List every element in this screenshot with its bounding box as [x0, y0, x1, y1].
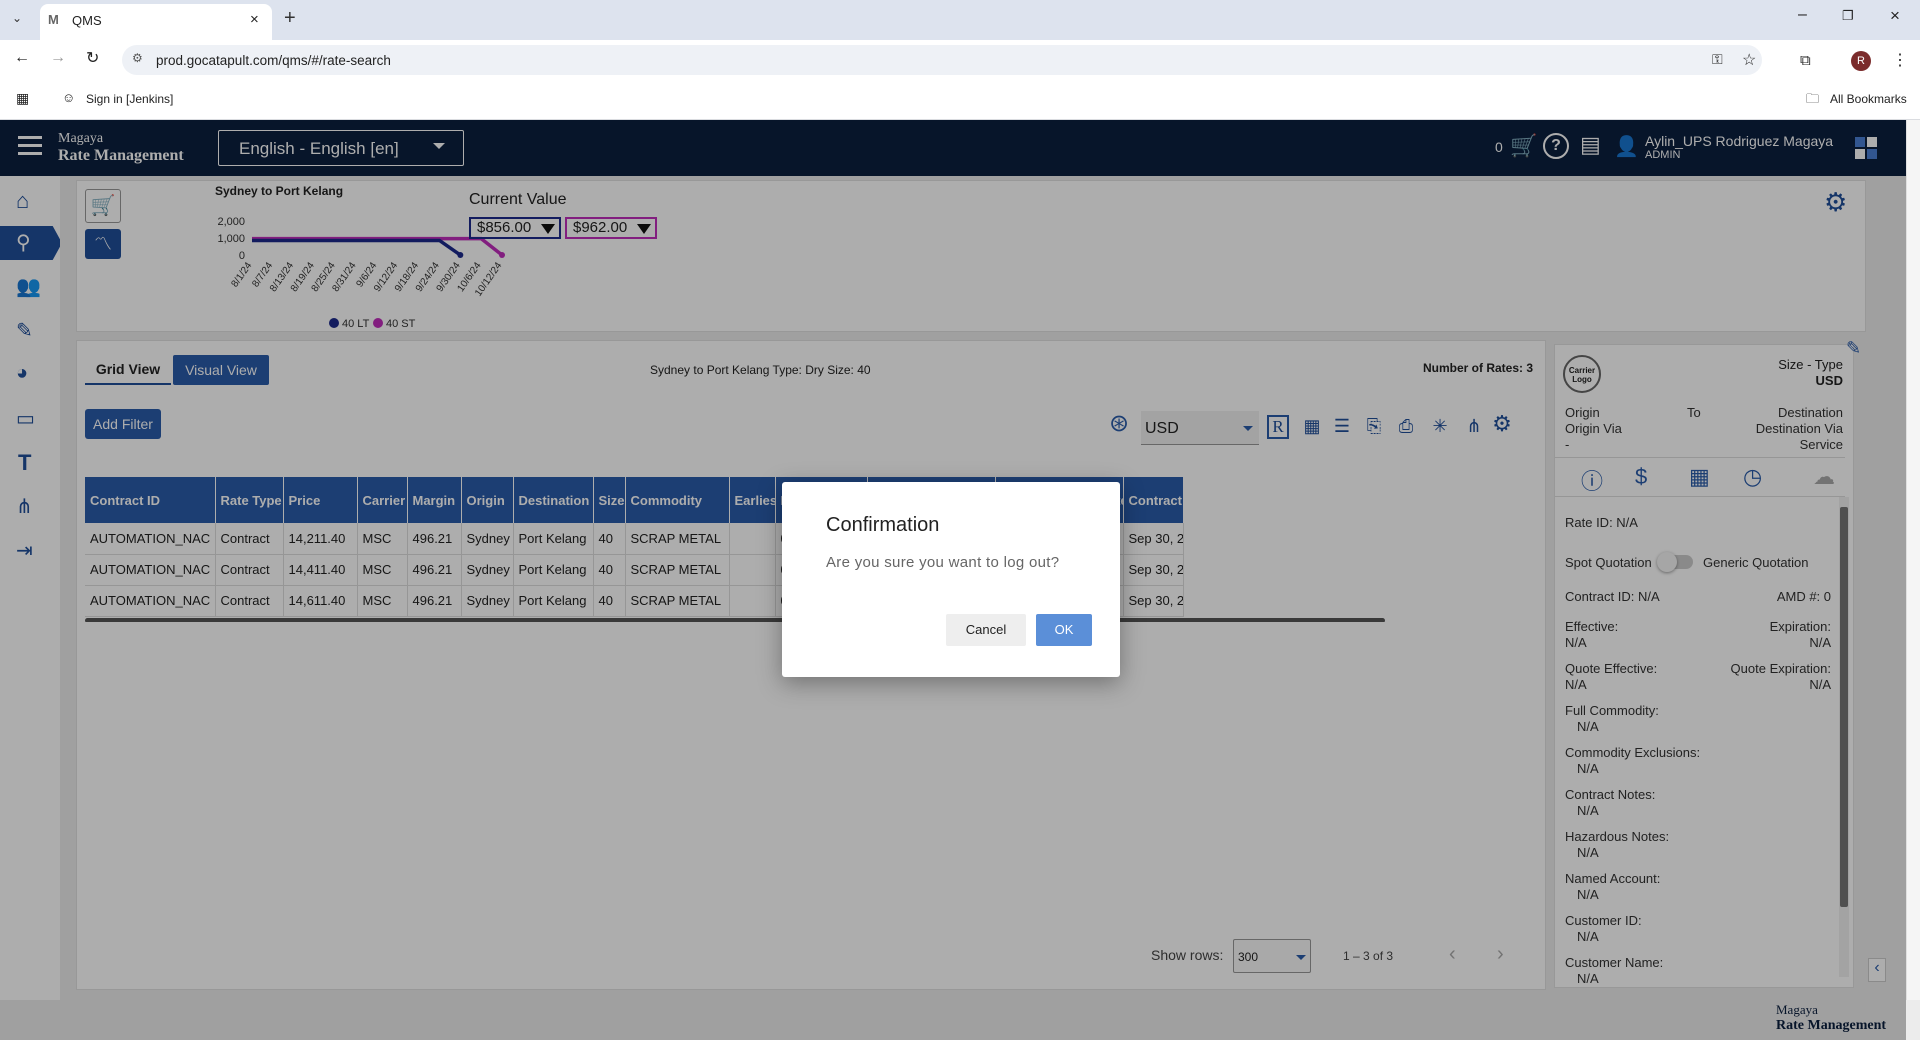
confirmation-dialog: Confirmation Are you sure you want to lo…	[782, 482, 1120, 677]
profile-avatar[interactable]: R	[1851, 51, 1871, 71]
bookmark-star-icon[interactable]: ☆	[1742, 50, 1756, 70]
dialog-title: Confirmation	[826, 514, 940, 536]
url-text: prod.gocatapult.com/qms/#/rate-search	[156, 53, 391, 68]
window-close-icon[interactable]: ×	[1890, 6, 1900, 26]
bookmark-jenkins[interactable]: Sign in [Jenkins]	[86, 92, 173, 106]
url-field[interactable]: ⚙ prod.gocatapult.com/qms/#/rate-search …	[122, 45, 1762, 75]
tab-search-icon[interactable]: ⌄	[12, 11, 22, 25]
apps-grid-icon[interactable]: ▦	[16, 90, 29, 107]
folder-icon: 🗀	[1806, 91, 1820, 106]
cancel-button[interactable]: Cancel	[946, 614, 1026, 646]
tab-title: QMS	[72, 13, 102, 28]
minimize-icon[interactable]: –	[1798, 6, 1807, 24]
browser-menu-icon[interactable]: ⋮	[1892, 50, 1908, 70]
favicon-icon: M	[48, 12, 59, 27]
all-bookmarks[interactable]: All Bookmarks	[1830, 92, 1907, 106]
bookmarks-bar: ▦ ☺ Sign in [Jenkins] 🗀 All Bookmarks	[0, 80, 1920, 120]
site-info-icon[interactable]: ⚙	[132, 51, 143, 65]
reload-icon[interactable]: ↻	[86, 48, 99, 68]
password-key-icon[interactable]: ⚿	[1712, 51, 1723, 68]
restore-icon[interactable]: ❐	[1842, 8, 1854, 24]
page-scrollbar[interactable]	[1906, 120, 1920, 1000]
dialog-message: Are you sure you want to log out?	[826, 554, 1060, 571]
jenkins-icon: ☺	[62, 90, 76, 105]
browser-tab[interactable]: M QMS ×	[40, 4, 272, 40]
new-tab-icon[interactable]: +	[284, 7, 296, 30]
tab-close-icon[interactable]: ×	[250, 11, 259, 28]
forward-icon[interactable]: →	[50, 49, 66, 67]
extensions-icon[interactable]: ⧉	[1800, 52, 1811, 69]
browser-tab-bar: ⌄ M QMS × + – ❐ ×	[0, 0, 1920, 40]
ok-button[interactable]: OK	[1036, 614, 1092, 646]
back-icon[interactable]: ←	[14, 49, 30, 67]
